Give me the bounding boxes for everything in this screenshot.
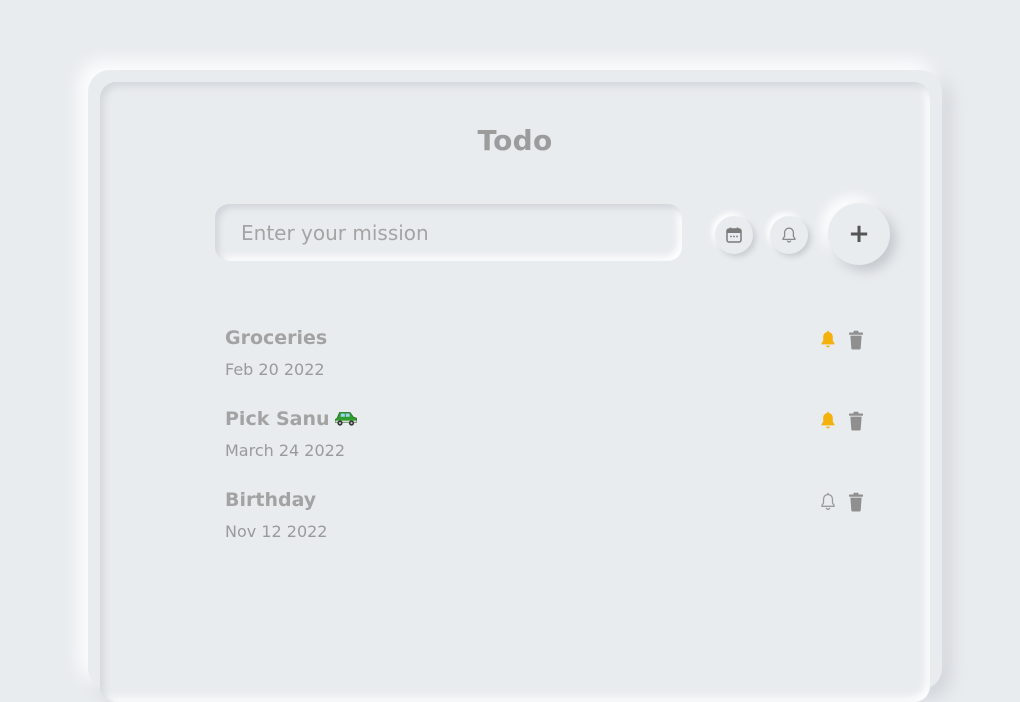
delete-task-button[interactable] [845,410,867,432]
task-name-row: Pick Sanu [225,408,358,432]
mission-input[interactable] [215,204,682,261]
bell-filled-icon [821,330,835,348]
date-picker-button[interactable] [715,216,753,254]
task-date: Feb 20 2022 [225,360,325,379]
task-item: Birthday Nov 12 2022 [225,489,875,559]
bell-outline-icon [782,227,796,243]
todo-card: Todo + Groceries Feb 20 [100,82,930,702]
app-frame: Todo + Groceries Feb 20 [88,70,942,702]
page-title: Todo [477,124,553,157]
task-name: Pick Sanu [225,408,330,430]
reminder-bell-button[interactable] [817,329,839,351]
reminder-bell-button[interactable] [817,410,839,432]
task-item: Groceries Feb 20 2022 [225,327,875,397]
delete-task-button[interactable] [845,329,867,351]
task-name: Birthday [225,489,317,511]
delete-task-button[interactable] [845,491,867,513]
task-date: March 24 2022 [225,441,346,460]
add-task-button[interactable]: + [828,203,890,265]
task-date: Nov 12 2022 [225,522,328,541]
task-name: Groceries [225,327,328,349]
bell-filled-icon [821,411,835,429]
trash-icon [849,330,863,350]
trash-icon [849,492,863,512]
bell-outline-icon [821,492,835,510]
reminder-bell-button[interactable] [817,491,839,513]
car-icon [334,409,358,432]
plus-icon: + [848,219,870,249]
task-item: Pick Sanu March 24 2022 [225,408,875,478]
calendar-icon [726,227,742,243]
trash-icon [849,411,863,431]
reminder-toggle-button[interactable] [770,216,808,254]
